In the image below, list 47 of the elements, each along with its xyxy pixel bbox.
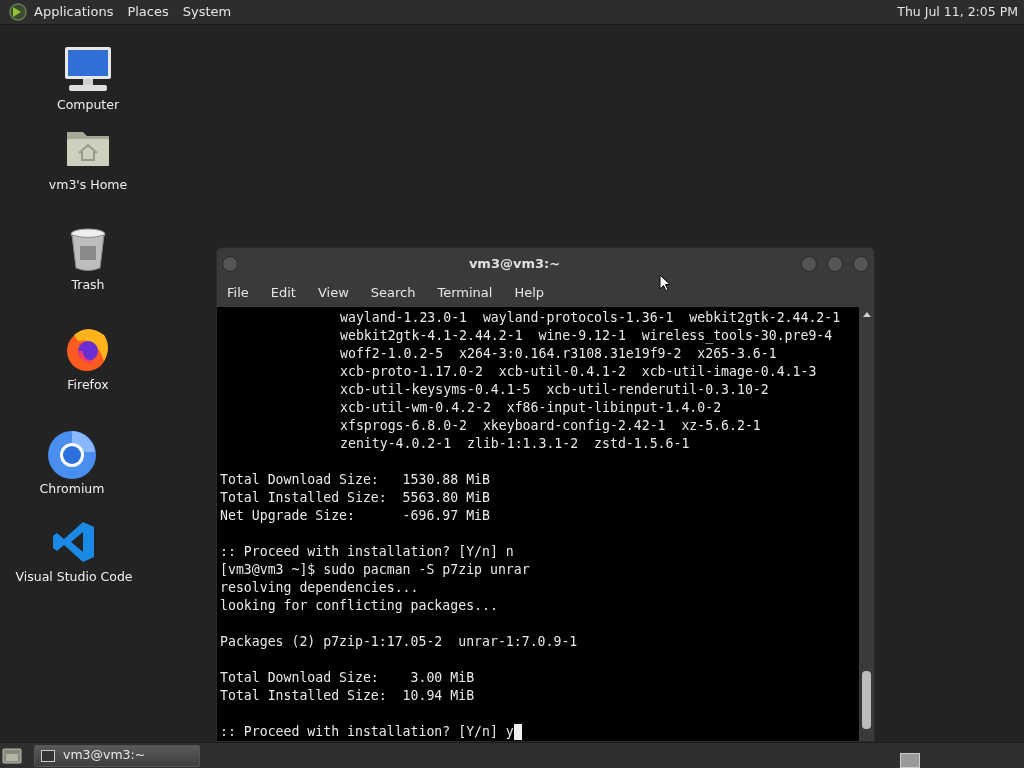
terminal-line: Total Installed Size: 5563.80 MiB — [220, 489, 490, 507]
terminal-line: [vm3@vm3 ~]$ sudo pacman -S p7zip unrar — [220, 561, 530, 579]
desktop-icon-label[interactable]: Trash — [71, 277, 105, 293]
chromium-icon[interactable] — [47, 430, 97, 480]
terminal-line: Total Download Size: 1530.88 MiB — [220, 471, 490, 489]
window-title: vm3@vm3:~ — [467, 254, 562, 273]
terminal-line: Packages (2) p7zip-1:17.05-2 unrar-1:7.0.9-1 — [220, 633, 578, 651]
menu-item[interactable]: Edit — [270, 283, 296, 303]
terminal-line: wayland-1.23.0-1 wayland-protocols-1.36-1 webkit2gtk-2.44.2-1 — [339, 309, 841, 327]
terminal-line: xfsprogs-6.8.0-2 xkeyboard-config-2.42-1 xz-5.6.2-1 — [339, 417, 761, 435]
terminal-line: Net Upgrade Size: -696.97 MiB — [220, 507, 490, 525]
monitor-icon[interactable] — [63, 45, 113, 93]
show-desktop-icon[interactable] — [2, 746, 22, 765]
terminal-line: looking for conflicting packages... — [220, 597, 498, 615]
terminal-line: xcb-proto-1.17.0-2 xcb-util-0.4.1-2 xcb-util-image-0.4.1-3 — [339, 363, 817, 381]
panel-menu[interactable]: Places — [127, 2, 169, 22]
menu-item[interactable]: File — [227, 283, 249, 303]
terminal-line: :: Proceed with installation? [Y/n] n — [220, 543, 514, 561]
panel-menu[interactable]: Applications — [34, 2, 114, 22]
terminal-line: webkit2gtk-4.1-2.44.2-1 wine-9.12-1 wireless_tools-30.pre9-4 — [339, 327, 833, 345]
terminal-line: xcb-util-keysyms-0.4.1-5 xcb-util-renderutil-0.3.10-2 — [339, 381, 769, 399]
desktop-icon-label[interactable]: Chromium — [39, 481, 105, 497]
terminal-line: Total Download Size: 3.00 MiB — [220, 669, 475, 687]
scrollbar[interactable] — [859, 307, 874, 741]
terminal-line: resolving dependencies... — [220, 579, 419, 597]
menu-item[interactable]: View — [317, 283, 349, 303]
panel-menu[interactable]: System — [182, 2, 232, 22]
menu-logo-icon[interactable] — [8, 2, 28, 22]
menu-item[interactable]: Search — [370, 283, 416, 303]
terminal-line: Total Installed Size: 10.94 MiB — [220, 687, 475, 705]
desktop-icon-label[interactable]: vm3's Home — [48, 177, 128, 193]
terminal-line: woff2-1.0.2-5 x264-3:0.164.r3108.31e19f9-2 x265-3.6-1 — [339, 345, 777, 363]
desktop-icon-label[interactable]: Computer — [56, 97, 120, 113]
terminal-line: zenity-4.0.2-1 zlib-1:1.3.1-2 zstd-1.5.6-1 — [339, 435, 690, 453]
terminal-icon — [41, 749, 55, 762]
desktop-icon-label[interactable]: Visual Studio Code — [15, 569, 133, 585]
trash-can-icon[interactable] — [69, 228, 107, 272]
pointer-icon — [659, 274, 671, 292]
terminal-line: xcb-util-wm-0.4.2-2 xf86-input-libinput-1.4.0-2 — [339, 399, 722, 417]
clock[interactable]: Thu Jul 11, 2:05 PM — [897, 2, 1018, 22]
taskbar-button[interactable]: vm3@vm3:~ — [34, 744, 200, 767]
desktop-icon-label[interactable]: Firefox — [67, 377, 109, 393]
workspace-switcher[interactable] — [900, 753, 920, 768]
menu-item[interactable]: Help — [514, 283, 545, 303]
vscode-icon[interactable] — [52, 520, 96, 564]
menu-item[interactable]: Terminal — [437, 283, 493, 303]
terminal-line: :: Proceed with installation? [Y/n] y — [220, 723, 514, 741]
